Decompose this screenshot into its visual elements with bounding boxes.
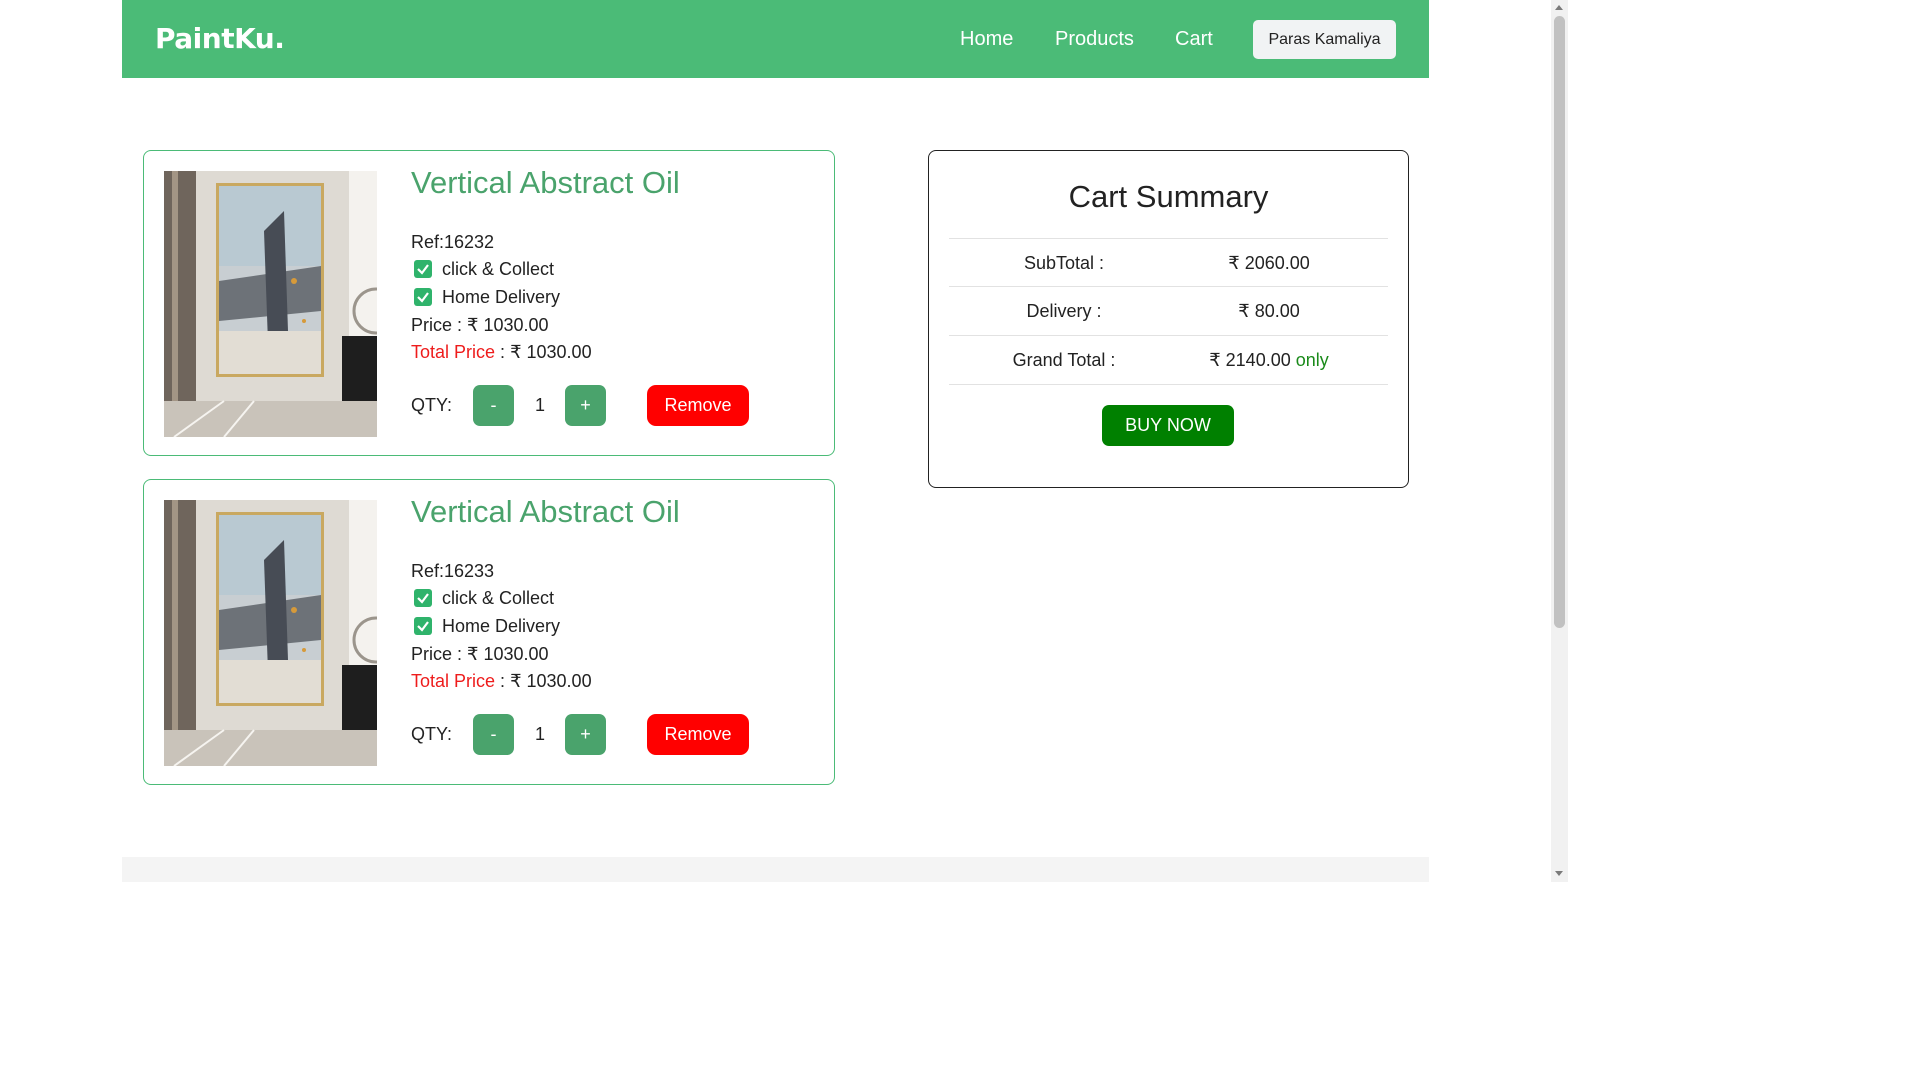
total-value: ₹ 1030.00 bbox=[510, 671, 592, 691]
product-ref: Ref:16232 bbox=[411, 232, 495, 252]
product-price: Price : ₹ 1030.00 bbox=[411, 644, 549, 665]
delivery-label: Delivery : bbox=[1026, 301, 1102, 321]
summary-row-delivery: Delivery : ₹ 80.00 bbox=[949, 286, 1388, 335]
option-label: Home Delivery bbox=[442, 616, 561, 636]
buy-now-button[interactable]: BUY NOW bbox=[1102, 405, 1234, 446]
total-label: Total Price bbox=[411, 342, 496, 362]
option-label: click & Collect bbox=[442, 259, 555, 279]
qty-value: 1 bbox=[534, 724, 545, 744]
grand-total-value: ₹ 2140.00 only bbox=[1169, 350, 1369, 371]
qty-value: 1 bbox=[534, 395, 545, 415]
price-value: ₹ 1030.00 bbox=[467, 644, 549, 664]
scroll-down-arrow-icon[interactable] bbox=[1555, 871, 1563, 876]
product-title[interactable]: Vertical Abstract Oil bbox=[411, 494, 680, 530]
qty-decrease-button[interactable]: - bbox=[473, 385, 514, 426]
qty-label: QTY: bbox=[411, 724, 453, 744]
price-label: Price : bbox=[411, 644, 468, 664]
checkbox-home-delivery[interactable] bbox=[414, 617, 432, 635]
qty-decrease-button[interactable]: - bbox=[473, 714, 514, 755]
grand-total-label: Grand Total : bbox=[1012, 350, 1116, 370]
checkbox-click-collect[interactable] bbox=[414, 260, 432, 278]
product-total: Total Price : ₹ 1030.00 bbox=[411, 342, 592, 363]
grand-total-amount: ₹ 2140.00 bbox=[1209, 350, 1291, 370]
product-image bbox=[164, 500, 377, 766]
brand-logo[interactable]: PaintKu. bbox=[155, 22, 285, 55]
nav-link-home[interactable]: Home bbox=[960, 28, 1013, 51]
total-sep: : bbox=[495, 671, 511, 691]
scrollbar[interactable] bbox=[1551, 0, 1568, 882]
product-image bbox=[164, 171, 377, 437]
subtotal-label: SubTotal : bbox=[1023, 253, 1105, 273]
summary-row-subtotal: SubTotal : ₹ 2060.00 bbox=[949, 238, 1388, 287]
option-click-collect[interactable]: click & Collect bbox=[411, 588, 554, 609]
footer bbox=[122, 857, 1429, 882]
product-title[interactable]: Vertical Abstract Oil bbox=[411, 165, 680, 201]
total-label: Total Price bbox=[411, 671, 496, 691]
nav-link-cart[interactable]: Cart bbox=[1175, 28, 1213, 51]
cart-summary: Cart Summary SubTotal : ₹ 2060.00 Delive… bbox=[928, 150, 1409, 488]
option-home-delivery[interactable]: Home Delivery bbox=[411, 616, 560, 637]
total-value: ₹ 1030.00 bbox=[510, 342, 592, 362]
qty-increase-button[interactable]: + bbox=[565, 714, 606, 755]
nav-link-products[interactable]: Products bbox=[1055, 28, 1134, 51]
product-total: Total Price : ₹ 1030.00 bbox=[411, 671, 592, 692]
checkbox-click-collect[interactable] bbox=[414, 589, 432, 607]
option-home-delivery[interactable]: Home Delivery bbox=[411, 287, 560, 308]
price-label: Price : bbox=[411, 315, 468, 335]
option-click-collect[interactable]: click & Collect bbox=[411, 259, 554, 280]
product-price: Price : ₹ 1030.00 bbox=[411, 315, 549, 336]
delivery-value: ₹ 80.00 bbox=[1238, 301, 1300, 321]
navbar: PaintKu. Home Products Cart Paras Kamali… bbox=[122, 0, 1429, 78]
summary-row-grand-total: Grand Total : ₹ 2140.00 only bbox=[949, 335, 1388, 385]
grand-total-suffix: only bbox=[1295, 350, 1329, 370]
total-sep: : bbox=[495, 342, 511, 362]
checkbox-home-delivery[interactable] bbox=[414, 288, 432, 306]
cart-item-card: Vertical Abstract Oil Ref:16233 click & … bbox=[143, 479, 835, 785]
product-ref: Ref:16233 bbox=[411, 561, 495, 581]
option-label: Home Delivery bbox=[442, 287, 561, 307]
qty-increase-button[interactable]: + bbox=[565, 385, 606, 426]
summary-title: Cart Summary bbox=[1068, 179, 1269, 214]
subtotal-value: ₹ 2060.00 bbox=[1228, 253, 1310, 273]
qty-label: QTY: bbox=[411, 395, 453, 415]
cart-item-card: Vertical Abstract Oil Ref:16232 click & … bbox=[143, 150, 835, 456]
option-label: click & Collect bbox=[442, 588, 555, 608]
remove-button[interactable]: Remove bbox=[647, 714, 749, 755]
scrollbar-thumb[interactable] bbox=[1554, 16, 1565, 628]
user-button[interactable]: Paras Kamaliya bbox=[1253, 20, 1396, 59]
price-value: ₹ 1030.00 bbox=[467, 315, 549, 335]
scroll-up-arrow-icon[interactable] bbox=[1555, 5, 1563, 10]
remove-button[interactable]: Remove bbox=[647, 385, 749, 426]
